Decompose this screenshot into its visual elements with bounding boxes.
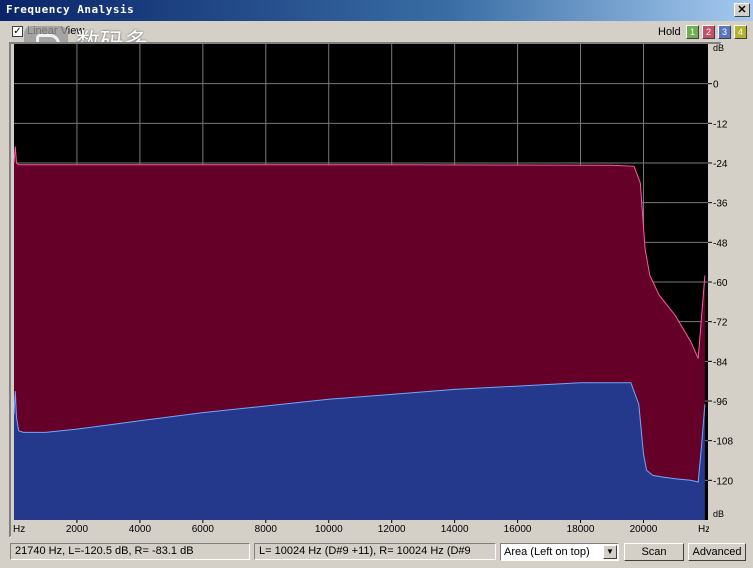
hold-button-3[interactable]: 3 (718, 25, 731, 39)
advanced-button[interactable]: Advanced (688, 543, 746, 561)
hold-label: Hold (658, 26, 681, 38)
close-button[interactable]: ✕ (734, 3, 750, 17)
scan-button[interactable]: Scan (624, 543, 684, 561)
x-unit-label-right: Hz (698, 524, 710, 535)
hold-button-4[interactable]: 4 (734, 25, 747, 39)
x-tick-label: 6000 (192, 524, 215, 535)
linear-view-label: Linear View (27, 25, 85, 37)
x-axis-strip (11, 520, 709, 538)
cursor-readout: 21740 Hz, L=-120.5 dB, R= -83.1 dB (10, 543, 250, 560)
x-tick-label: 4000 (129, 524, 152, 535)
y-tick-label: -60 (713, 278, 728, 289)
y-unit-label-bottom: dB (713, 509, 724, 519)
display-mode-select[interactable]: Area (Left on top) ▼ (500, 543, 619, 561)
linear-view-checkbox[interactable]: ✓ (12, 26, 23, 37)
frequency-spectrum-chart[interactable]: 2000 4000 6000 8000 10000 12000 14000 16000 1800… (11, 44, 747, 538)
hold-button-1[interactable]: 1 (686, 25, 699, 39)
x-tick-label: 20000 (630, 524, 658, 535)
toolbar (0, 21, 753, 43)
y-tick-label: -84 (713, 357, 728, 368)
window-title: Frequency Analysis (6, 3, 135, 16)
hold-button-2[interactable]: 2 (702, 25, 715, 39)
y-tick-label: -12 (713, 119, 728, 130)
y-tick-label: -120 (713, 476, 733, 487)
y-tick-label: -72 (713, 318, 728, 329)
x-tick-label: 14000 (441, 524, 469, 535)
y-tick-label: -108 (713, 437, 733, 448)
x-tick-label: 18000 (567, 524, 595, 535)
y-unit-label-top: dB (713, 44, 724, 53)
title-bar: Frequency Analysis ✕ (0, 0, 753, 21)
x-unit-label-left: Hz (13, 524, 25, 535)
x-tick-label: 16000 (504, 524, 532, 535)
y-tick-label: -24 (713, 159, 728, 170)
y-tick-label: -96 (713, 397, 728, 408)
x-tick-label: 10000 (315, 524, 343, 535)
y-tick-label: -48 (713, 238, 728, 249)
x-tick-label: 2000 (66, 524, 89, 535)
x-tick-label: 12000 (378, 524, 406, 535)
y-axis-strip (709, 44, 747, 538)
display-mode-value: Area (Left on top) (504, 546, 590, 558)
x-tick-label: 8000 (255, 524, 278, 535)
chevron-down-icon[interactable]: ▼ (603, 545, 617, 559)
peak-readout: L= 10024 Hz (D#9 +11), R= 10024 Hz (D#9 (254, 543, 496, 560)
y-tick-label: 0 (713, 80, 719, 91)
y-tick-label: -36 (713, 199, 728, 210)
